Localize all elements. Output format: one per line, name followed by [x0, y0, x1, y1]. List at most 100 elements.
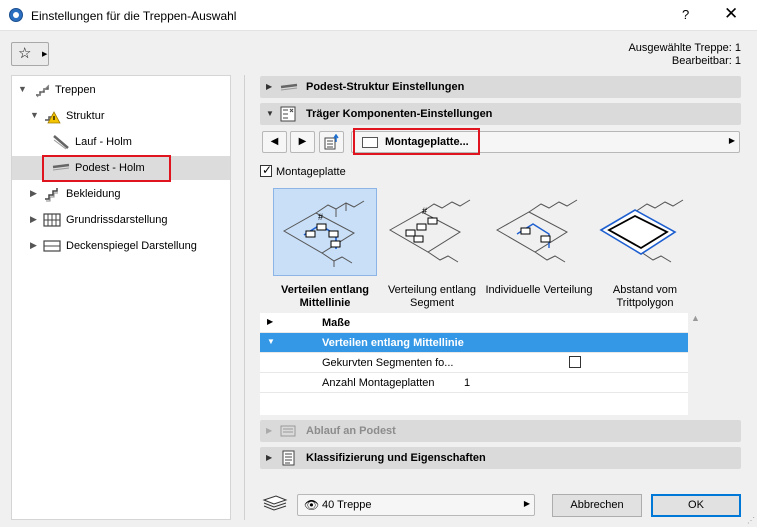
window-title: Einstellungen für die Treppen-Auswahl: [31, 9, 237, 23]
option-trittpolygon[interactable]: [593, 188, 697, 276]
collapse-icon[interactable]: ▼: [30, 110, 39, 120]
dropdown-arrow-icon: ▶: [523, 499, 530, 508]
landing-stringer-icon: [52, 163, 70, 171]
panel-title: Podest-Struktur Einstellungen: [306, 81, 465, 93]
grid-row-label: Anzahl Montageplatten: [322, 377, 435, 389]
distribution-centerline-icon: #: [282, 200, 365, 267]
tree-item-label: Grundrissdarstellung: [66, 214, 168, 226]
grid-row-label: Maße: [322, 317, 351, 329]
grid-scrollbar[interactable]: ▲: [690, 313, 702, 415]
svg-text:#: #: [422, 206, 427, 216]
eye-icon: 👁: [304, 498, 320, 512]
grid-row-gekurvte-segmente[interactable]: Gekurvten Segmenten fo...: [260, 353, 688, 373]
settings-tree: ▼ Treppen ▼ Struktur Lauf - Holm Podest …: [11, 75, 231, 520]
landing-stringer-icon: [280, 83, 298, 91]
tree-item-bekleidung[interactable]: ▶ Bekleidung: [12, 182, 230, 206]
expand-icon[interactable]: ▶: [30, 188, 37, 199]
dropdown-arrow-icon: ▶: [42, 51, 48, 58]
montageplatte-checkbox-row[interactable]: Montageplatte: [260, 163, 346, 178]
panel-title: Klassifizierung und Eigenschaften: [306, 452, 486, 464]
next-component-button[interactable]: ▶: [290, 131, 315, 153]
tree-item-label: Deckenspiegel Darstellung: [66, 240, 197, 252]
favorites-button[interactable]: ☆ ▶: [11, 42, 49, 66]
tree-item-label: Bekleidung: [66, 188, 121, 200]
option-segment[interactable]: #: [380, 188, 484, 276]
expand-icon[interactable]: ▶: [30, 240, 37, 251]
grid-row-label: Gekurvten Segmenten fo...: [322, 357, 454, 369]
collapse-icon[interactable]: ▼: [266, 109, 274, 118]
layer-select[interactable]: 👁 40 Treppe ▶: [297, 494, 535, 516]
panel-title: Träger Komponenten-Einstellungen: [306, 108, 493, 120]
tree-item-podest-holm[interactable]: Podest - Holm: [12, 155, 230, 182]
dropdown-arrow-icon: ▶: [728, 136, 735, 145]
tree-item-label: Struktur: [66, 110, 105, 122]
panel-klassifizierung[interactable]: ▶ Klassifizierung und Eigenschaften: [260, 447, 741, 469]
highlight-box: [353, 128, 480, 155]
option-label: Individuelle Verteilung: [485, 284, 593, 296]
selection-info: Ausgewählte Treppe: 1 Bearbeitbar: 1: [628, 42, 741, 68]
editable-count: Bearbeitbar: 1: [671, 55, 741, 67]
expand-icon[interactable]: ▶: [266, 426, 272, 435]
component-list-button[interactable]: [319, 131, 344, 153]
curved-segments-checkbox[interactable]: [569, 356, 581, 368]
tree-item-label: Podest - Holm: [75, 162, 145, 174]
collapse-icon[interactable]: ▼: [18, 84, 27, 94]
structure-warning-icon: [45, 111, 61, 124]
tree-item-label: Lauf - Holm: [75, 136, 132, 148]
previous-component-button[interactable]: ◀: [262, 131, 287, 153]
ok-button[interactable]: OK: [651, 494, 741, 517]
expand-icon[interactable]: ▶: [30, 214, 37, 225]
floorplan-icon: [43, 213, 61, 227]
tree-item-treppen[interactable]: ▼ Treppen: [12, 78, 230, 102]
flight-stringer-icon: [53, 135, 69, 150]
grid-row-value[interactable]: 1: [464, 377, 470, 389]
distribution-segment-icon: #: [388, 199, 471, 263]
montageplatte-checkbox[interactable]: [260, 163, 272, 178]
title-bar: Einstellungen für die Treppen-Auswahl ? …: [0, 0, 757, 31]
app-logo-icon: [9, 8, 23, 22]
tree-item-lauf-holm[interactable]: Lauf - Holm: [12, 130, 230, 154]
panel-traeger[interactable]: ▼ Träger Komponenten-Einstellungen: [260, 103, 741, 125]
scroll-up-icon[interactable]: ▲: [691, 313, 700, 323]
tree-item-grundrissdarstellung[interactable]: ▶ Grundrissdarstellung: [12, 208, 230, 232]
option-individuell[interactable]: [487, 188, 591, 276]
drainage-icon: [280, 425, 296, 437]
resize-grip-icon[interactable]: ⋰: [747, 516, 755, 525]
grid-group-masse[interactable]: ▶ Maße: [260, 313, 688, 333]
help-button[interactable]: ?: [682, 7, 689, 22]
panel-splitter[interactable]: [244, 75, 245, 520]
panel-podest-struktur[interactable]: ▶ Podest-Struktur Einstellungen: [260, 76, 741, 98]
tree-item-deckenspiegel[interactable]: ▶ Deckenspiegel Darstellung: [12, 234, 230, 258]
grid-group-mittellinie[interactable]: ▼ Verteilen entlang Mittellinie: [260, 333, 688, 353]
option-mittellinie[interactable]: #: [273, 188, 377, 276]
panel-title: Ablauf an Podest: [306, 425, 396, 437]
distribution-individual-icon: [495, 199, 578, 263]
list-export-icon: [324, 133, 339, 150]
collapse-icon[interactable]: ▼: [267, 337, 275, 346]
panel-ablauf[interactable]: ▶ Ablauf an Podest: [260, 420, 741, 442]
distance-tread-polygon-icon: [599, 199, 684, 263]
ceiling-plan-icon: [43, 240, 61, 252]
property-grid: ▶ Maße ▼ Verteilen entlang Mittellinie G…: [260, 313, 688, 415]
expand-icon[interactable]: ▶: [267, 317, 273, 326]
tree-item-label: Treppen: [55, 84, 96, 96]
favorites-star-icon: ☆: [18, 45, 32, 62]
tree-item-struktur[interactable]: ▼ Struktur: [12, 104, 230, 128]
cancel-button[interactable]: Abbrechen: [552, 494, 642, 517]
option-label: Verteilen entlang Mittellinie: [280, 284, 370, 309]
expand-icon[interactable]: ▶: [266, 453, 272, 462]
stair-icon: [36, 84, 50, 98]
grid-row-anzahl[interactable]: Anzahl Montageplatten 1: [260, 373, 688, 393]
selected-count: Ausgewählte Treppe: 1: [628, 42, 741, 54]
option-label: Verteilung entlang Segment: [387, 284, 477, 309]
grid-row-label: Verteilen entlang Mittellinie: [322, 337, 464, 349]
expand-icon[interactable]: ▶: [266, 82, 272, 91]
document-list-icon: [282, 450, 295, 466]
cladding-icon: [45, 188, 58, 202]
checkbox-label: Montageplatte: [276, 166, 346, 178]
layer-stack-icon: [262, 495, 288, 511]
close-button[interactable]: ✕: [724, 4, 738, 24]
layer-select-value: 40 Treppe: [322, 499, 372, 511]
option-label: Abstand vom Trittpolygon: [612, 284, 678, 309]
svg-text:#: #: [318, 212, 323, 222]
